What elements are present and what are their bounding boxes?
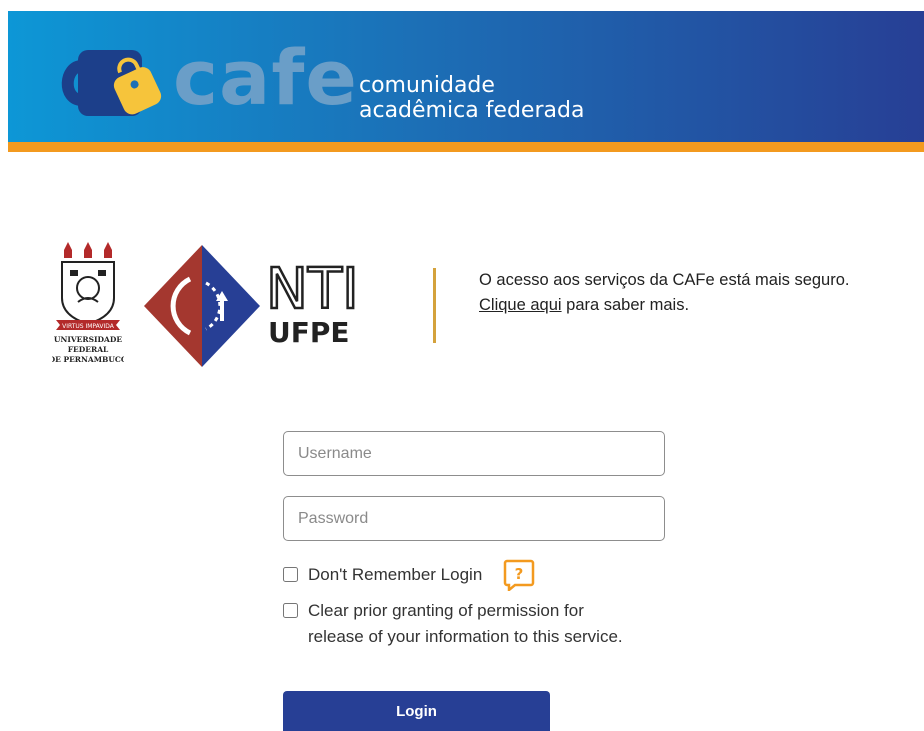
header-accent-stripe bbox=[8, 142, 924, 152]
dont-remember-checkbox[interactable] bbox=[283, 567, 298, 582]
clear-permission-checkbox[interactable] bbox=[283, 603, 298, 618]
cafe-logo-text: cafe bbox=[173, 33, 358, 122]
clear-permission-row: Clear prior granting of permission for r… bbox=[283, 598, 683, 652]
nti-ufpe-wordmark: NTI UFPE bbox=[266, 262, 360, 346]
logo-divider bbox=[433, 268, 436, 343]
username-input[interactable] bbox=[283, 431, 665, 476]
nti-diamond-logo bbox=[144, 245, 260, 367]
tagline-line-2: acadêmica federada bbox=[359, 98, 585, 123]
clear-permission-line-1: Clear prior granting of permission for bbox=[308, 601, 584, 620]
login-button[interactable]: Login bbox=[283, 691, 550, 731]
clear-permission-line-2: release of your information to this serv… bbox=[308, 627, 623, 646]
crest-name-line-1: UNIVERSIDADE bbox=[54, 335, 122, 344]
ufpe-crest-logo: VIRTUS IMPAVIDA UNIVERSIDADE FEDERAL DE … bbox=[52, 242, 124, 364]
nti-text: NTI bbox=[266, 262, 359, 322]
notice-line-2: Clique aqui para saber mais. bbox=[479, 293, 850, 318]
notice-after-link: para saber mais. bbox=[561, 296, 690, 314]
dont-remember-label[interactable]: Don't Remember Login bbox=[308, 562, 482, 588]
tagline-line-1: comunidade bbox=[359, 73, 495, 98]
help-symbol: ? bbox=[515, 565, 524, 583]
crest-motto: VIRTUS IMPAVIDA bbox=[62, 323, 115, 330]
security-notice: O acesso aos serviços da CAFe está mais … bbox=[479, 268, 850, 318]
logo-tagline: comunidade acadêmica federada bbox=[359, 73, 584, 123]
question-mark-icon[interactable]: ? bbox=[503, 559, 535, 591]
cafe-mug-icon bbox=[61, 50, 162, 116]
header-banner: cafe comunidade acadêmica federada bbox=[8, 11, 924, 142]
ufpe-text: UFPE bbox=[268, 316, 350, 346]
clear-permission-label[interactable]: Clear prior granting of permission for r… bbox=[308, 598, 623, 650]
crest-name-line-3: DE PERNAMBUCO bbox=[52, 355, 124, 364]
notice-text: O acesso aos serviços da CAFe está mais … bbox=[479, 271, 850, 289]
clique-aqui-link[interactable]: Clique aqui bbox=[479, 296, 562, 314]
password-input[interactable] bbox=[283, 496, 665, 541]
crest-name-line-2: FEDERAL bbox=[68, 345, 109, 354]
